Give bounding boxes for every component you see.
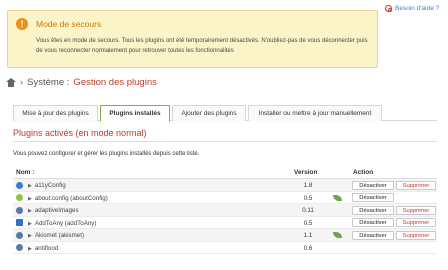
table-row: ▶ adaptiveImages 0.11 Désactiver Supprime…	[13, 204, 437, 217]
section-divider	[13, 141, 437, 142]
plugin-name[interactable]: ▶ adaptiveImages	[28, 207, 79, 214]
tab-installed-plugins[interactable]: Plugins installés	[100, 105, 170, 122]
plugin-version: 1.8	[303, 182, 313, 189]
gear-icon	[16, 194, 23, 201]
header-version: Version	[294, 169, 318, 176]
power-icon	[16, 231, 23, 239]
leaf-icon	[333, 194, 342, 201]
table-row: ▶ antiflood 0.6	[13, 242, 437, 254]
table-header: Nom : Version Action	[13, 167, 437, 179]
section-intro: Vous pouvez configurer et gérer les plug…	[13, 151, 200, 157]
page-title: Gestion des plugins	[73, 77, 157, 88]
delete-button[interactable]: Supprimer	[396, 180, 436, 190]
home-icon[interactable]	[6, 78, 16, 87]
help-link[interactable]: Besoin d'aide ?	[385, 5, 439, 12]
breadcrumb-system[interactable]: Système :	[27, 77, 69, 88]
power-icon	[16, 206, 23, 214]
plugins-table: Nom : Version Action ▶ a11yConfig 1.8 Dés…	[13, 167, 437, 254]
disable-button[interactable]: Désactiver	[352, 180, 394, 190]
table-row: ▶ about:config (aboutConfig) 0.5 Désactiv…	[13, 192, 437, 204]
help-label: Besoin d'aide ?	[395, 5, 440, 12]
breadcrumb-separator: ›	[20, 77, 24, 88]
header-action: Action	[353, 169, 374, 176]
table-row: ▶ AddToAny (addToAny) 0.5 Désactiver Supp…	[13, 217, 437, 229]
plus-icon	[16, 219, 23, 226]
alert-text: Vous êtes en mode de secours. Tous les p…	[36, 38, 368, 54]
disable-button[interactable]: Désactiver	[352, 230, 394, 240]
plugin-name[interactable]: ▶ antiflood	[28, 245, 58, 252]
plugin-version: 1.1	[303, 232, 313, 239]
plugin-name[interactable]: ▶ about:config (aboutConfig)	[28, 195, 108, 202]
table-row: ▶ a11yConfig 1.8 Désactiver Supprimer	[13, 179, 437, 192]
rescue-mode-alert: ! Mode de secours Vous êtes en mode de s…	[7, 10, 378, 68]
plugin-version: 0.11	[302, 207, 314, 214]
tab-add-plugins[interactable]: Ajouter des plugins	[172, 105, 246, 121]
disable-button[interactable]: Désactiver	[352, 205, 394, 215]
plugin-name[interactable]: ▶ AddToAny (addToAny)	[28, 220, 96, 227]
delete-button[interactable]: Supprimer	[396, 218, 436, 227]
info-icon	[16, 181, 23, 189]
help-lifebuoy-icon	[385, 5, 392, 12]
delete-button[interactable]: Supprimer	[396, 205, 436, 215]
plugin-name[interactable]: ▶ a11yConfig	[28, 182, 66, 189]
plugin-tabs: Mise à jour des plugins Plugins installé…	[13, 105, 437, 122]
tab-manual-install[interactable]: Installer ou mettre à jour manuellement	[248, 105, 382, 121]
alert-title: Mode de secours	[36, 19, 102, 29]
section-title: Plugins activés (en mode normal)	[13, 128, 147, 138]
disable-button[interactable]: Désactiver	[352, 218, 394, 227]
table-row: ▶ Akismet (akismet) 1.1 Désactiver Suppri…	[13, 229, 437, 242]
tab-update-plugins[interactable]: Mise à jour des plugins	[13, 105, 98, 121]
breadcrumb: › Système : Gestion des plugins	[6, 77, 157, 88]
disable-button[interactable]: Désactiver	[352, 193, 394, 202]
power-icon	[16, 244, 23, 251]
plugin-version: 0.6	[303, 244, 313, 252]
leaf-icon	[333, 232, 342, 238]
plugin-name[interactable]: ▶ Akismet (akismet)	[28, 232, 84, 239]
delete-button[interactable]: Supprimer	[396, 230, 436, 240]
plugin-version: 0.5	[303, 194, 313, 202]
warning-icon: !	[16, 18, 28, 30]
header-name: Nom :	[16, 169, 35, 176]
plugin-version: 0.5	[303, 219, 313, 227]
